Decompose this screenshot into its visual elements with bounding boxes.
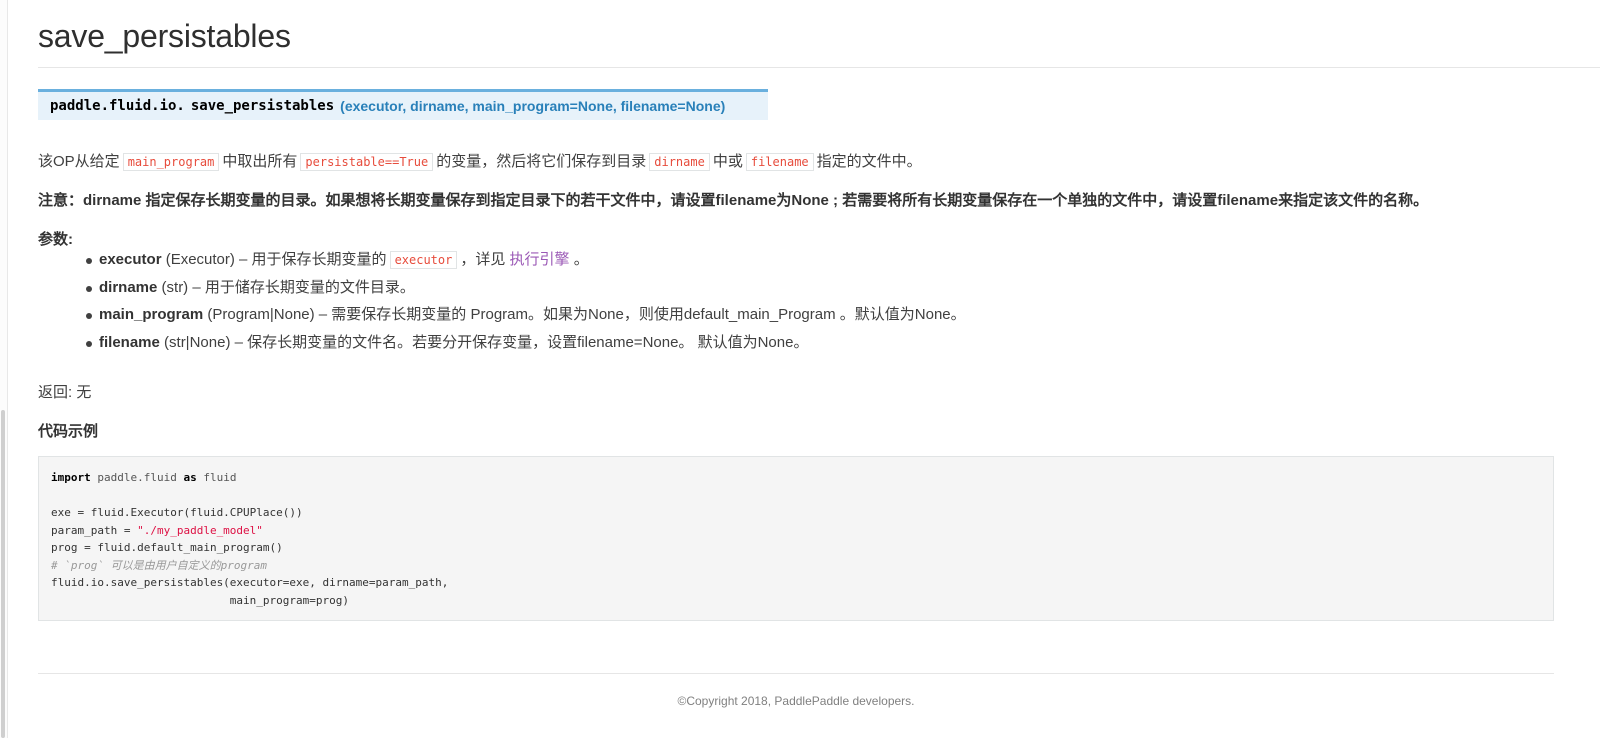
signature-name: save_persistables bbox=[190, 98, 335, 114]
signature-params: (executor, dirname, main_program=None, f… bbox=[340, 98, 726, 114]
inline-code: persistable==True bbox=[300, 153, 434, 171]
param-name: filename bbox=[99, 333, 160, 351]
code-comment: # `prog` 可以是由用户自定义的program bbox=[51, 558, 267, 572]
param-list: executor (Executor) – 用于保存长期变量的 executor，… bbox=[38, 250, 966, 360]
code-line: exe = fluid.Executor(fluid.CPUPlace()) bbox=[51, 506, 303, 519]
desc-text: 中取出所有 bbox=[222, 153, 298, 170]
desc-text: 该OP从给定 bbox=[38, 153, 120, 170]
title-divider bbox=[38, 67, 1600, 68]
description-paragraph: 该OP从给定 main_program 中取出所有 persistable==True… bbox=[38, 150, 922, 171]
code-keyword: import bbox=[51, 471, 91, 484]
desc-text: 的变量，然后将它们保存到目录 bbox=[436, 153, 647, 170]
sidebar-scrollbar[interactable] bbox=[1, 410, 5, 738]
function-signature: paddle.fluid.io. save_persistables (execut… bbox=[38, 89, 768, 120]
code-example-block[interactable]: import paddle.fluid as fluid exe = fluid… bbox=[38, 456, 1554, 621]
param-desc: (Executor) – 用于保存长期变量的 bbox=[161, 251, 387, 268]
copyright-text: ©Copyright 2018, PaddlePaddle developers… bbox=[677, 694, 915, 708]
left-sidebar-rail bbox=[0, 0, 8, 738]
code-string: "./my_paddle_model" bbox=[137, 523, 263, 537]
signature-module: paddle.fluid.io. bbox=[50, 98, 185, 114]
param-desc: (str) – 用于储存长期变量的文件目录。 bbox=[157, 278, 415, 296]
note-paragraph: 注意：dirname 指定保存长期变量的目录。如果想将长期变量保存到指定目录下的… bbox=[38, 192, 1429, 209]
param-item-executor: executor (Executor) – 用于保存长期变量的 executor，… bbox=[38, 250, 966, 278]
code-module: paddle.fluid bbox=[97, 471, 177, 484]
inline-code: dirname bbox=[649, 153, 710, 171]
code-line: prog = fluid.default_main_program() bbox=[51, 541, 283, 554]
param-desc: 。 bbox=[573, 251, 589, 268]
param-desc: ，详见 bbox=[460, 251, 506, 268]
example-heading: 代码示例 bbox=[38, 423, 99, 440]
inline-code: filename bbox=[745, 153, 814, 171]
param-name: dirname bbox=[99, 278, 158, 296]
returns-text: 返回: 无 bbox=[38, 384, 92, 401]
param-name: executor bbox=[99, 251, 162, 268]
inline-code: executor bbox=[389, 251, 458, 269]
page-title: save_persistables bbox=[38, 18, 291, 54]
param-name: main_program bbox=[99, 306, 204, 323]
param-item-main-program: main_program (Program|None) – 需要保存长期变量的 … bbox=[38, 305, 966, 333]
executor-doc-link[interactable]: 执行引擎 bbox=[510, 251, 570, 268]
desc-text: 指定的文件中。 bbox=[816, 153, 922, 170]
param-desc: (str|None) – 保存长期变量的文件名。若要分开保存变量，设置filen… bbox=[159, 333, 809, 351]
desc-text: 中或 bbox=[712, 153, 743, 170]
footer-divider bbox=[38, 673, 1554, 674]
param-item-dirname: dirname (str) – 用于储存长期变量的文件目录。 bbox=[38, 278, 966, 306]
code-line: main_program=prog) bbox=[51, 593, 350, 607]
param-item-filename: filename (str|None) – 保存长期变量的文件名。若要分开保存变… bbox=[38, 333, 966, 361]
params-heading: 参数: bbox=[38, 231, 73, 248]
code-module: fluid bbox=[203, 471, 237, 484]
param-desc: (Program|None) – 需要保存长期变量的 Program。如果为No… bbox=[203, 306, 966, 323]
code-line: param_path = bbox=[51, 523, 138, 537]
code-keyword: as bbox=[183, 471, 197, 484]
code-line: fluid.io.save_persistables(executor=exe,… bbox=[51, 576, 449, 589]
inline-code: main_program bbox=[122, 153, 220, 171]
code-listing: import paddle.fluid as fluid exe = fluid… bbox=[39, 457, 1553, 621]
